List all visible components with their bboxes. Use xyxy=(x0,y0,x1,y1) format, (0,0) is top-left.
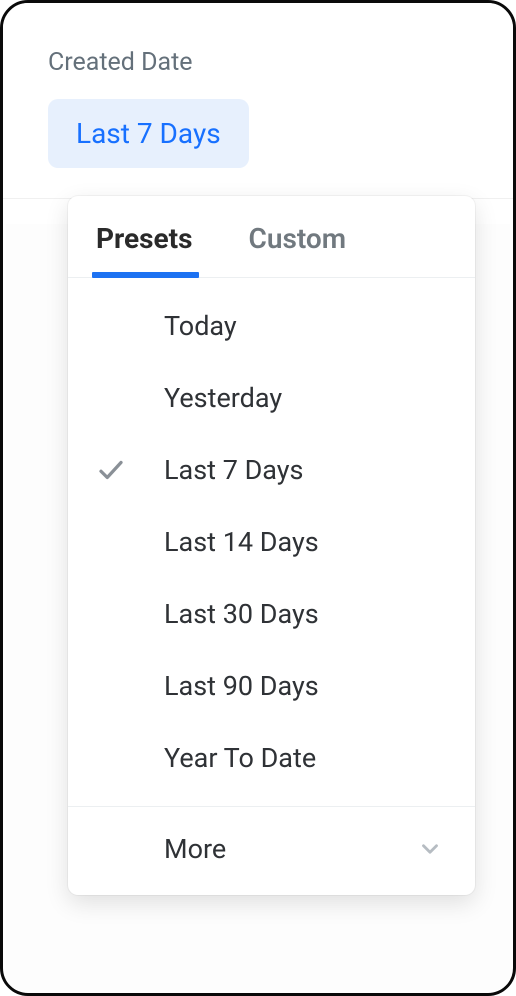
filter-label: Created Date xyxy=(48,48,468,77)
date-range-chip[interactable]: Last 7 Days xyxy=(48,99,249,168)
option-last-30-days[interactable]: Last 30 Days xyxy=(68,578,475,650)
option-last-90-days[interactable]: Last 90 Days xyxy=(68,650,475,722)
option-last-14-days[interactable]: Last 14 Days xyxy=(68,506,475,578)
dropdown-tabs: Presets Custom xyxy=(68,196,475,278)
tab-custom-label: Custom xyxy=(249,222,347,255)
option-label: Today xyxy=(164,310,451,342)
option-label: Yesterday xyxy=(164,382,451,414)
option-label: Last 90 Days xyxy=(164,670,451,702)
check-slot xyxy=(92,455,164,485)
check-icon xyxy=(96,455,126,485)
option-year-to-date[interactable]: Year To Date xyxy=(68,722,475,794)
chevron-down-icon xyxy=(417,836,443,862)
tab-presets-label: Presets xyxy=(96,222,193,255)
date-range-dropdown: Presets Custom Today Yesterday xyxy=(68,196,475,895)
tab-custom[interactable]: Custom xyxy=(235,196,361,277)
option-yesterday[interactable]: Yesterday xyxy=(68,362,475,434)
option-label: Last 30 Days xyxy=(164,598,451,630)
preset-options: Today Yesterday Last 7 Days Last 14 Days xyxy=(68,278,475,806)
option-today[interactable]: Today xyxy=(68,290,475,362)
option-label: Year To Date xyxy=(164,742,451,774)
filter-bar: Created Date Last 7 Days xyxy=(3,3,513,199)
option-label: Last 7 Days xyxy=(164,454,451,486)
more-label: More xyxy=(164,833,417,865)
tab-presets[interactable]: Presets xyxy=(82,196,207,277)
app-frame: Created Date Last 7 Days Presets Custom … xyxy=(0,0,516,996)
chip-text: Last 7 Days xyxy=(76,117,221,150)
option-last-7-days[interactable]: Last 7 Days xyxy=(68,434,475,506)
more-toggle[interactable]: More xyxy=(68,806,475,895)
option-label: Last 14 Days xyxy=(164,526,451,558)
